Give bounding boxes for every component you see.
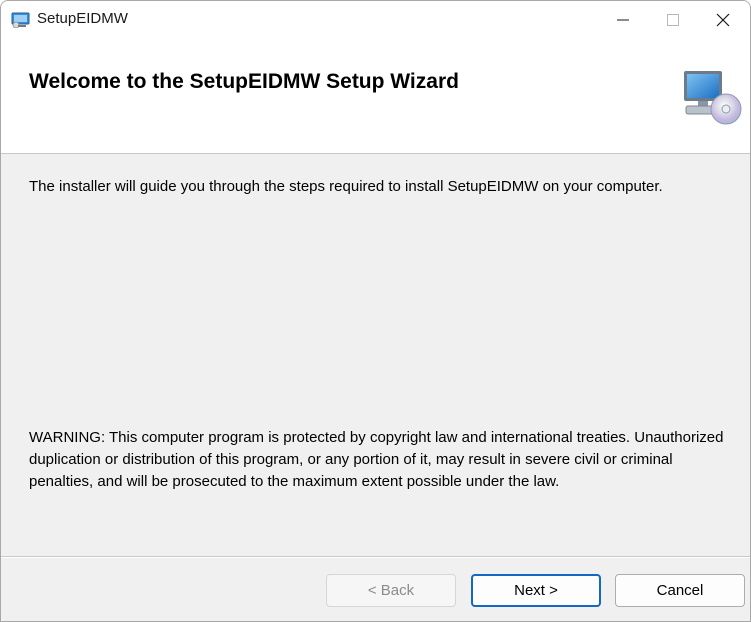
minimize-button[interactable]: [598, 1, 648, 39]
back-button[interactable]: < Back: [326, 574, 456, 607]
footer-divider: [1, 556, 750, 558]
installer-icon: [11, 12, 31, 29]
maximize-icon: [667, 14, 679, 26]
title-bar[interactable]: SetupEIDMW: [1, 1, 750, 39]
page-title: Welcome to the SetupEIDMW Setup Wizard: [29, 70, 459, 93]
computer-disc-icon: [682, 67, 742, 127]
close-button[interactable]: [698, 1, 748, 39]
close-icon: [716, 13, 730, 27]
setup-wizard-window: SetupEIDMW Welcome to the SetupEIDMW Set…: [0, 0, 751, 622]
wizard-header: Welcome to the SetupEIDMW Setup Wizard: [1, 39, 750, 154]
intro-text: The installer will guide you through the…: [29, 178, 663, 195]
next-button[interactable]: Next >: [471, 574, 601, 607]
cancel-button[interactable]: Cancel: [615, 574, 745, 607]
window-title: SetupEIDMW: [37, 10, 128, 27]
copyright-warning: WARNING: This computer program is protec…: [29, 429, 724, 490]
maximize-button[interactable]: [648, 1, 698, 39]
minimize-icon: [617, 19, 629, 21]
